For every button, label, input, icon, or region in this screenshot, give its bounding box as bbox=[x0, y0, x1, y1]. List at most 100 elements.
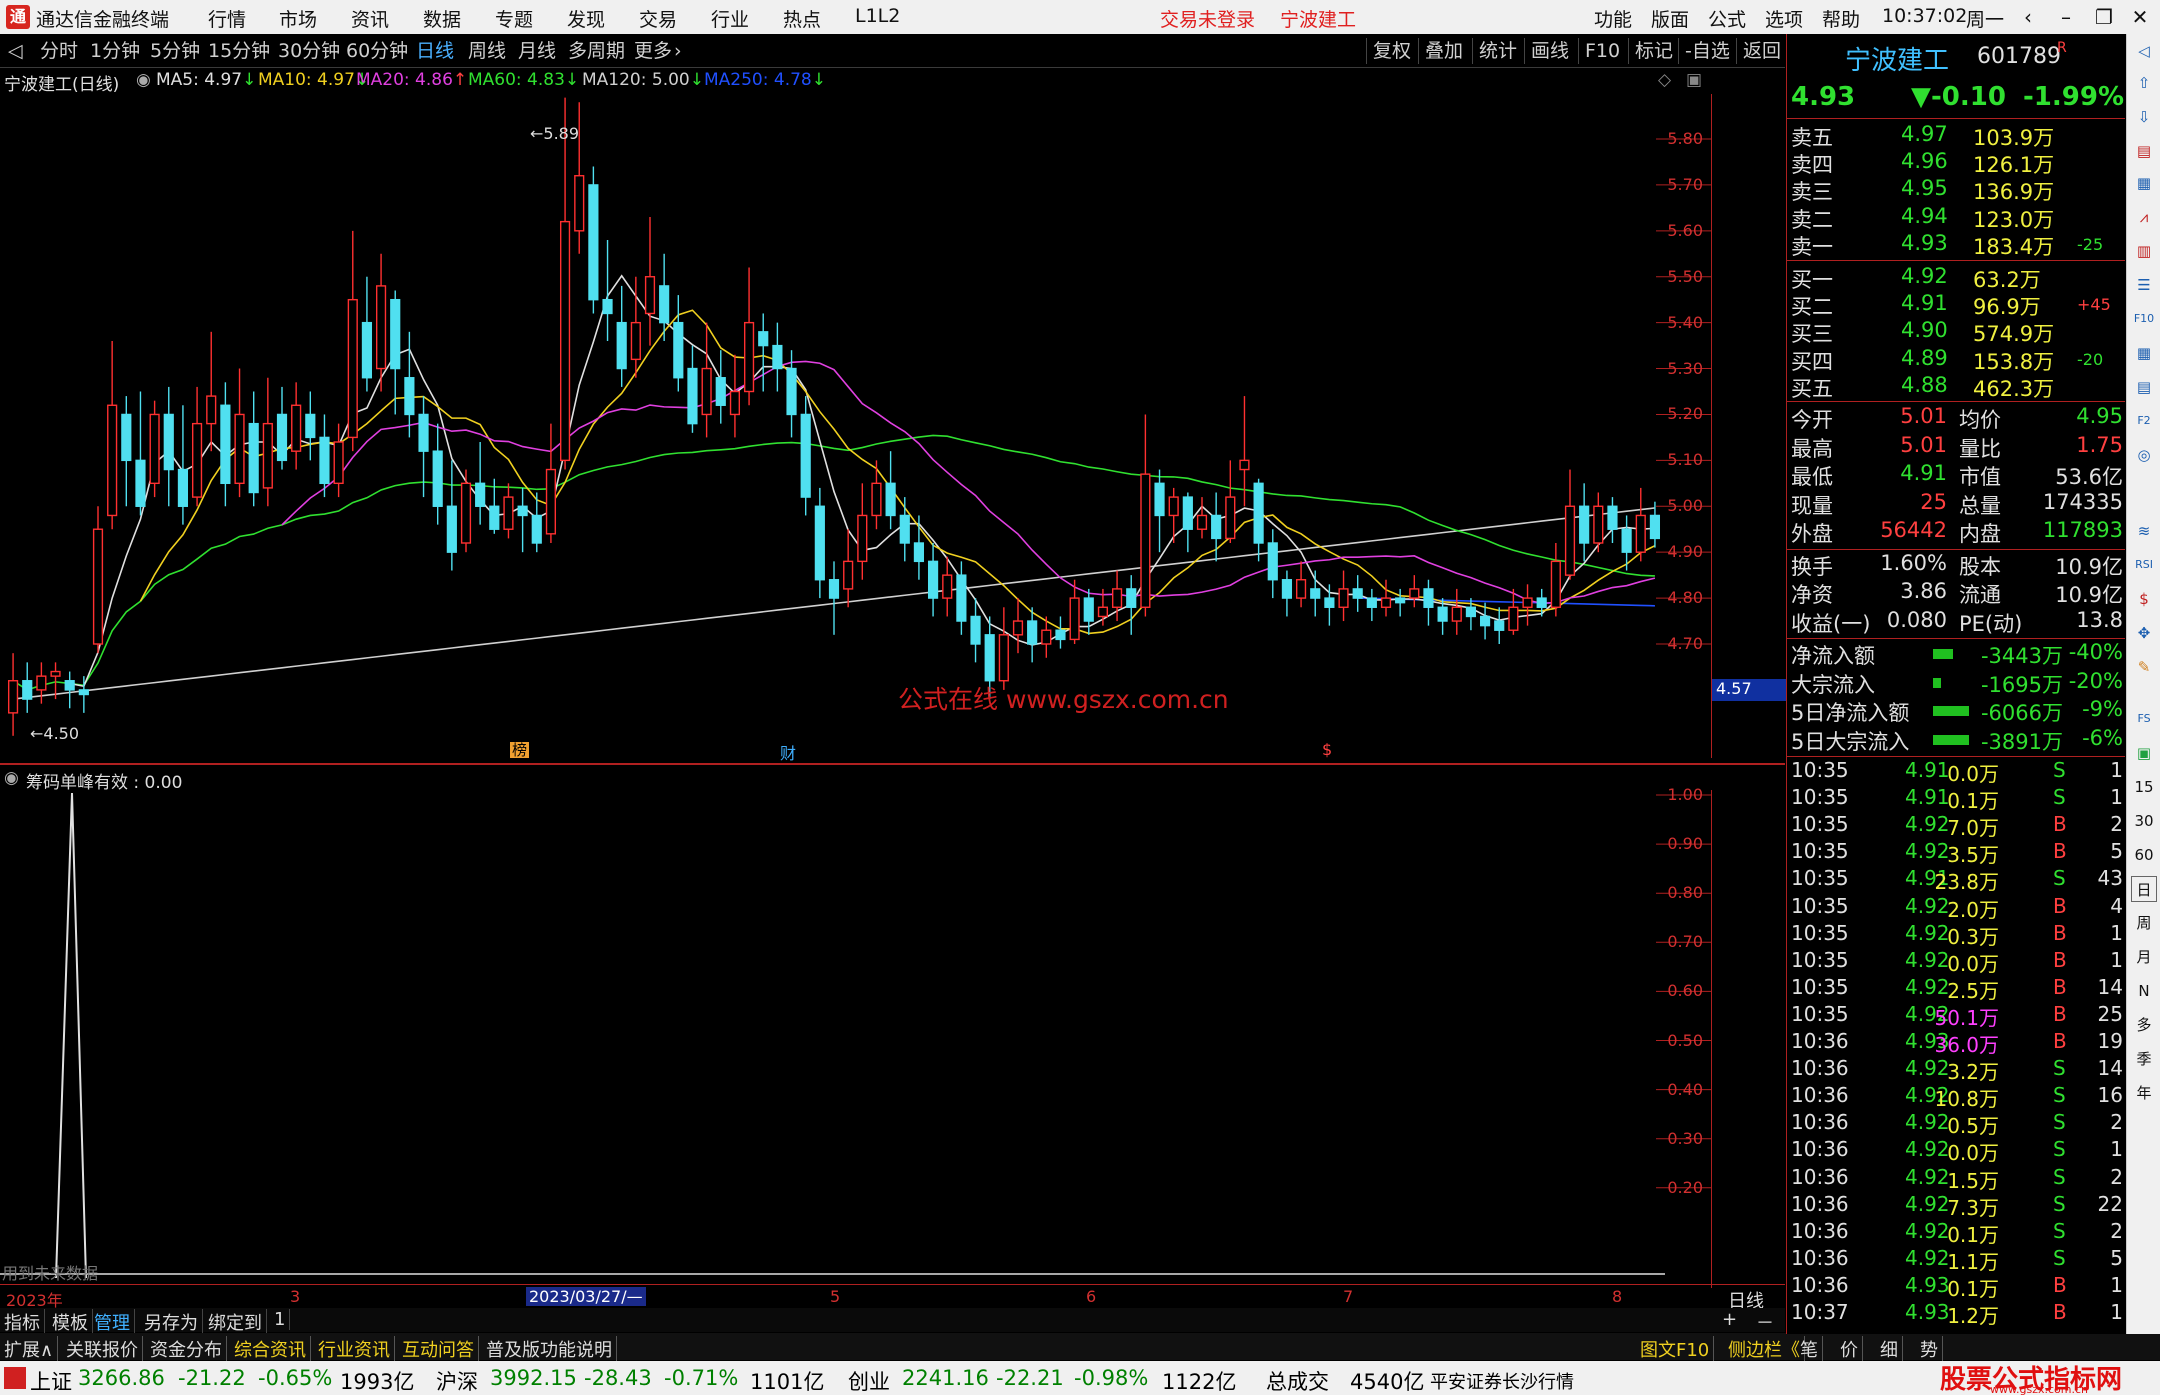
sidebar-period[interactable]: 月 bbox=[2131, 944, 2157, 970]
arrow-up-icon[interactable]: ⇧ bbox=[2131, 70, 2157, 96]
indicator-chart[interactable]: 1.00 0.90 0.80 0.70 0.60 0.50 0.40 0.30 0.20 用到未… bbox=[0, 785, 1712, 1288]
toolbar-button[interactable]: 复权 bbox=[1366, 38, 1411, 64]
sidebar-period[interactable]: 15 bbox=[2131, 774, 2157, 800]
menu-item[interactable]: 行业 bbox=[711, 5, 749, 32]
toolbar-button[interactable]: 标记 bbox=[1628, 38, 1673, 64]
globe-icon[interactable]: ◎ bbox=[2131, 442, 2157, 468]
tick-row[interactable]: 10:36 4.93 0.1万 B 1 bbox=[1791, 1273, 2123, 1301]
bid-row[interactable]: 买二 4.91 96.9万 +45 bbox=[1791, 291, 2123, 319]
settings-circle-icon[interactable]: ◉ bbox=[136, 70, 151, 90]
toolbar-button[interactable]: 统计 bbox=[1472, 38, 1517, 64]
menu-item[interactable]: 市场 bbox=[279, 5, 317, 32]
toolbar-button[interactable]: 叠加 bbox=[1418, 38, 1463, 64]
menu-icon[interactable]: ◁ bbox=[8, 38, 23, 64]
view-tab[interactable]: 笔 bbox=[1796, 1336, 1823, 1362]
tick-row[interactable]: 10:36 4.92 10.8万 S 16 bbox=[1791, 1083, 2123, 1111]
tick-row[interactable]: 10:36 4.92 0.5万 S 2 bbox=[1791, 1110, 2123, 1138]
flow-row[interactable]: 净流入额 -3443万 -40% bbox=[1791, 640, 2123, 668]
report-icon[interactable]: ▤ bbox=[2131, 138, 2157, 164]
sidebar-period[interactable]: 季 bbox=[2131, 1046, 2157, 1072]
sidebar-period[interactable]: 30 bbox=[2131, 808, 2157, 834]
back-icon[interactable]: ‹ bbox=[2010, 3, 2046, 31]
toolbar-button[interactable]: F10 bbox=[1578, 38, 1620, 64]
login-status[interactable]: 交易未登录 bbox=[1160, 5, 1255, 32]
expand-tab[interactable]: 扩展∧ bbox=[0, 1336, 59, 1362]
ask-row[interactable]: 卖一 4.93 183.4万 -25 bbox=[1791, 231, 2123, 259]
broker-name[interactable]: 平安证券长沙行情 bbox=[1430, 1368, 1574, 1394]
tick-row[interactable]: 10:35 4.92 50.1万 B 25 bbox=[1791, 1002, 2123, 1030]
tab-bind-to[interactable]: 绑定到 bbox=[204, 1309, 267, 1335]
sidebar-toggle[interactable]: 侧边栏《 bbox=[1724, 1336, 1805, 1362]
bid-row[interactable]: 买四 4.89 153.8万 -20 bbox=[1791, 346, 2123, 374]
stat-row[interactable]: 最低 4.91 市值 53.6亿 bbox=[1791, 461, 2123, 489]
arrow-down-icon[interactable]: ⇩ bbox=[2131, 104, 2157, 130]
menu-item[interactable]: 专题 bbox=[495, 5, 533, 32]
tick-row[interactable]: 10:35 4.91 23.8万 S 43 bbox=[1791, 866, 2123, 894]
func-tab[interactable]: 关联报价 bbox=[62, 1336, 143, 1362]
flow-row[interactable]: 5日大宗流入 -3891万 -6% bbox=[1791, 726, 2123, 754]
move-icon[interactable]: ✥ bbox=[2131, 620, 2157, 646]
tick-row[interactable]: 10:35 4.92 0.3万 B 1 bbox=[1791, 921, 2123, 949]
sidebar-period[interactable]: 60 bbox=[2131, 842, 2157, 868]
sidebar-period[interactable]: 多 bbox=[2131, 1012, 2157, 1038]
ask-row[interactable]: 卖三 4.95 136.9万 bbox=[1791, 176, 2123, 204]
ask-row[interactable]: 卖五 4.97 103.9万 bbox=[1791, 122, 2123, 150]
diamond-icon[interactable]: ◇ bbox=[1658, 70, 1671, 90]
menu-item[interactable]: 发现 bbox=[567, 5, 605, 32]
func-tab[interactable]: 资金分布 bbox=[146, 1336, 227, 1362]
tick-row[interactable]: 10:36 4.93 36.0万 B 19 bbox=[1791, 1029, 2123, 1057]
menu-item[interactable]: L1L2 bbox=[855, 5, 900, 27]
index-name[interactable]: 上证 bbox=[30, 1366, 72, 1395]
flow-row[interactable]: 5日净流入额 -6066万 -9% bbox=[1791, 697, 2123, 725]
bid-row[interactable]: 买一 4.92 63.2万 bbox=[1791, 264, 2123, 292]
view-tab[interactable]: 价 bbox=[1836, 1336, 1863, 1362]
tick-row[interactable]: 10:35 4.91 0.1万 S 1 bbox=[1791, 785, 2123, 813]
func-tab[interactable]: 普及版功能说明 bbox=[482, 1336, 617, 1362]
pane-divider[interactable] bbox=[0, 763, 1785, 765]
ask-row[interactable]: 卖四 4.96 126.1万 bbox=[1791, 149, 2123, 177]
marker-finance[interactable]: 财 bbox=[780, 740, 796, 764]
candlestick-chart[interactable]: 5.80 5.70 5.60 5.50 5.40 5.30 5.20 5.10 5.00 4.90… bbox=[0, 94, 1786, 763]
tick-row[interactable]: 10:37 4.93 1.2万 B 1 bbox=[1791, 1300, 2123, 1328]
image-icon[interactable]: ▣ bbox=[2131, 740, 2157, 766]
menu-item[interactable]: 功能 bbox=[1594, 5, 1632, 32]
index-name[interactable]: 沪深 bbox=[436, 1366, 478, 1395]
tab-number[interactable]: 1 bbox=[270, 1309, 291, 1330]
menu-item[interactable]: 版面 bbox=[1651, 5, 1689, 32]
tick-row[interactable]: 10:35 4.92 7.0万 B 2 bbox=[1791, 812, 2123, 840]
func-tab[interactable]: 行业资讯 bbox=[314, 1336, 395, 1362]
doc-icon[interactable]: ▤ bbox=[2131, 374, 2157, 400]
settings-circle-icon[interactable]: ◉ bbox=[4, 768, 19, 788]
tick-row[interactable]: 10:35 4.92 0.0万 B 1 bbox=[1791, 948, 2123, 976]
marker-dollar[interactable]: $ bbox=[1322, 740, 1332, 759]
stat-row[interactable]: 净资 3.86 流通 10.9亿 bbox=[1791, 579, 2123, 607]
period-tab[interactable]: 月线 bbox=[518, 38, 556, 64]
minimize-icon[interactable]: – bbox=[2048, 3, 2084, 31]
list-icon[interactable]: ☰ bbox=[2131, 272, 2157, 298]
view-tab[interactable]: 势 bbox=[1916, 1336, 1943, 1362]
period-tab-more[interactable]: 更多 bbox=[634, 38, 672, 64]
tick-row[interactable]: 10:36 4.92 1.5万 S 2 bbox=[1791, 1165, 2123, 1193]
f10-icon[interactable]: F10 bbox=[2131, 306, 2157, 332]
tab-manage[interactable]: 管理 bbox=[90, 1309, 135, 1335]
candle-icon[interactable]: ▥ bbox=[2131, 238, 2157, 264]
index-name[interactable]: 创业 bbox=[848, 1366, 890, 1395]
chart-icon[interactable]: ⩘ bbox=[2131, 204, 2157, 230]
zoom-in-button[interactable]: + bbox=[1718, 1309, 1741, 1330]
menu-item[interactable]: 资讯 bbox=[351, 5, 389, 32]
chevron-right-icon[interactable]: › bbox=[674, 38, 682, 64]
view-tab[interactable]: 细 bbox=[1876, 1336, 1903, 1362]
menu-item[interactable]: 数据 bbox=[423, 5, 461, 32]
tick-row[interactable]: 10:35 4.92 3.5万 B 5 bbox=[1791, 839, 2123, 867]
period-tab[interactable]: 分时 bbox=[40, 38, 78, 64]
menu-item[interactable]: 帮助 bbox=[1822, 5, 1860, 32]
grid-icon[interactable]: ▦ bbox=[2131, 170, 2157, 196]
period-tab[interactable]: 多周期 bbox=[568, 38, 625, 64]
fs-icon[interactable]: FS bbox=[2131, 706, 2157, 732]
menu-item[interactable]: 行情 bbox=[208, 5, 246, 32]
tab-indicator[interactable]: 指标 bbox=[0, 1309, 45, 1335]
sidebar-period-active[interactable]: 日 bbox=[2131, 876, 2157, 902]
pen-icon[interactable]: ✎ bbox=[2131, 654, 2157, 680]
toolbar-button[interactable]: 返回 bbox=[1736, 38, 1781, 64]
table-icon[interactable]: ▦ bbox=[2131, 340, 2157, 366]
